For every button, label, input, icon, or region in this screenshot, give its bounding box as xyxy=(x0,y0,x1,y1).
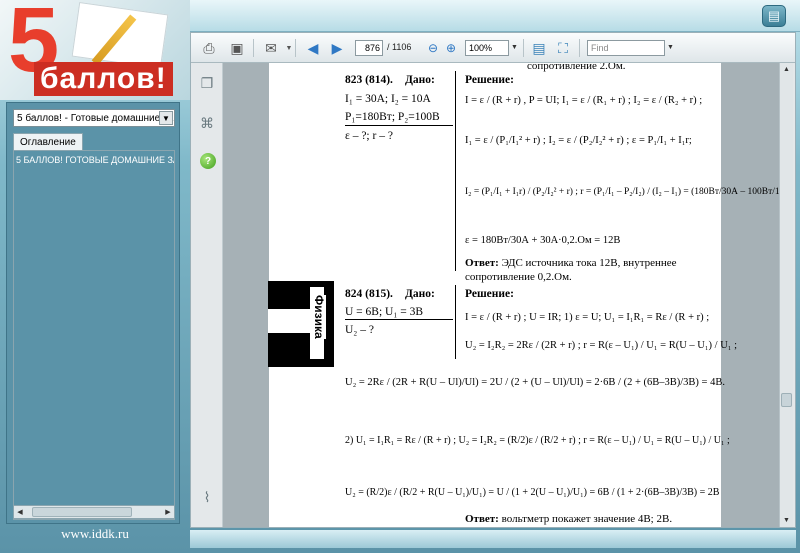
equation: U₂ = (R/2)ε / (R/2 + R(U – U₁)/U₁) = U /… xyxy=(345,487,720,498)
scroll-left-icon[interactable]: ◀ xyxy=(14,506,26,518)
problem-824-answer: Ответ: вольтметр покажет значение 4В; 2В… xyxy=(465,513,672,525)
toolbar-divider xyxy=(253,39,254,57)
cut-line: сопротивление 2.Ом. xyxy=(527,63,626,72)
find-input[interactable]: Find xyxy=(587,40,665,56)
equation: I = ε / (R + r) , P = UI; I₁ = ε / (R₁ +… xyxy=(465,95,703,106)
toc-horizontal-scrollbar[interactable]: ◀ ▶ xyxy=(13,505,175,519)
viewer-toolbar: ⎙ ▣ ✉ ▼ ◀ ▶ 876 / 1106 ⊖ ⊕ 100% ▼ ▤ ⛶ Fi… xyxy=(191,33,795,63)
problem-823-number: 823 (814). xyxy=(345,74,393,86)
equation: I₁ = ε / (P₁/I₁² + r) ; I₂ = ε / (P₂/I₂²… xyxy=(465,135,692,146)
problem-823-answer: Ответ: ЭДС источника тока 12В, внутренне… xyxy=(465,257,677,269)
logo-word: баллов! xyxy=(34,62,173,96)
chevron-down-icon[interactable]: ▼ xyxy=(511,44,518,51)
zoom-in-icon[interactable]: ⊕ xyxy=(441,38,461,58)
problem-824-solution-label: Решение: xyxy=(465,288,514,300)
answer-label: Ответ: xyxy=(465,513,499,525)
next-page-icon[interactable]: ▶ xyxy=(327,38,347,58)
answer-text: ЭДС источника тока 12В, внутреннее xyxy=(498,257,677,269)
document-area: Физика сопротивление 2.Ом. 823 (814). Да… xyxy=(223,63,793,527)
title-strip: ▤ xyxy=(190,0,800,32)
book-select[interactable]: 5 баллов! - Готовые домашние за ▼ xyxy=(13,109,175,127)
fit-page-icon[interactable]: ⛶ xyxy=(553,38,573,58)
email-icon[interactable]: ✉ xyxy=(261,38,281,58)
chevron-down-icon[interactable]: ▼ xyxy=(667,44,674,51)
equation: U₂ = 2Rε / (2R + R(U – Ul)/Ul) = 2U / (2… xyxy=(345,377,725,388)
problem-823-given: I₁ = 30A; I₂ = 10A xyxy=(345,93,431,105)
problem-823-dano: Дано: xyxy=(405,74,435,86)
app-logo: 5 баллов! xyxy=(0,0,190,100)
problem-824-dano: Дано: xyxy=(405,288,435,300)
document-vertical-scrollbar[interactable]: ▲ ▼ xyxy=(779,63,793,527)
equation: I = ε / (R + r) ; U = IR; 1) ε = U; U₁ =… xyxy=(465,312,710,323)
document-page: Физика сопротивление 2.Ом. 823 (814). Да… xyxy=(268,63,793,527)
scroll-right-icon[interactable]: ▶ xyxy=(162,506,174,518)
toolbar-divider xyxy=(523,39,524,57)
toolbar-divider xyxy=(579,39,580,57)
given-divider xyxy=(345,125,453,126)
toolbar-divider xyxy=(295,39,296,57)
status-bar xyxy=(190,530,796,548)
viewer-side-rail: ❐ ⌘ ? ⌇ ✎ xyxy=(191,63,223,543)
scroll-up-icon[interactable]: ▲ xyxy=(780,63,793,76)
save-icon[interactable]: ▣ xyxy=(227,38,247,58)
zoom-select[interactable]: 100% xyxy=(465,40,509,56)
left-panel: 5 баллов! - Готовые домашние за ▼ Оглавл… xyxy=(6,102,180,524)
fit-width-icon[interactable]: ▤ xyxy=(529,38,549,58)
help-icon[interactable]: ? xyxy=(200,153,216,169)
scroll-thumb[interactable] xyxy=(781,393,792,407)
given-separator xyxy=(455,71,456,271)
prev-page-icon[interactable]: ◀ xyxy=(303,38,323,58)
toc-list: 5 БАЛЛОВ! ГОТОВЫЕ ДОМАШНИЕ ЗАД xyxy=(13,150,175,520)
problem-823-solution-label: Решение: xyxy=(465,74,514,86)
section-tab-label: Физика xyxy=(312,295,326,339)
site-url[interactable]: www.iddk.ru xyxy=(0,526,190,548)
given-divider xyxy=(345,319,453,320)
zoom-out-icon[interactable]: ⊖ xyxy=(423,38,443,58)
section-tab: Физика xyxy=(268,281,334,367)
scroll-down-icon[interactable]: ▼ xyxy=(780,514,793,527)
equation: I₂ = (P₁/I₁ + I₁r) / (P₂/I₂² + r) ; r = … xyxy=(465,187,793,197)
page-total: / 1106 xyxy=(387,42,412,52)
problem-823-given: P₁=180Вт; P₂=100В xyxy=(345,111,440,123)
paperclip-icon[interactable]: ⌇ xyxy=(197,487,217,507)
problem-823-answer-cont: сопротивление 0,2.Ом. xyxy=(465,271,572,283)
given-separator xyxy=(455,285,456,359)
chevron-down-icon[interactable]: ▼ xyxy=(279,38,299,58)
equation: ε = 180Вт/30А + 30А·0,2.Ом = 12В xyxy=(465,235,621,246)
scroll-thumb[interactable] xyxy=(32,507,132,517)
answer-label: Ответ: xyxy=(465,257,499,269)
pages-icon[interactable]: ❐ xyxy=(197,73,217,93)
equation: U₂ = I₂R₂ = 2Rε / (2R + r) ; r = R(ε – U… xyxy=(465,340,737,351)
problem-824-given: U = 6В; U₁ = 3В xyxy=(345,306,424,318)
binoculars-icon[interactable]: ⌘ xyxy=(197,113,217,133)
equation: 2) U₁ = I₁R₁ = Rε / (R + r) ; U₂ = I₂R₂ … xyxy=(345,435,730,446)
print-icon[interactable]: ⎙ xyxy=(199,38,219,58)
section-tab-notch xyxy=(268,309,312,333)
toc-item[interactable]: 5 БАЛЛОВ! ГОТОВЫЕ ДОМАШНИЕ ЗАД xyxy=(14,151,174,169)
tab-toc[interactable]: Оглавление xyxy=(13,133,83,151)
answer-text: вольтметр покажет значение 4В; 2В. xyxy=(498,513,673,525)
chevron-down-icon[interactable]: ▼ xyxy=(159,111,173,125)
problem-824-find: U₂ – ? xyxy=(345,324,374,336)
problem-823-find: ε – ?; r – ? xyxy=(345,130,393,142)
book-menu-icon[interactable]: ▤ xyxy=(762,5,786,27)
pdf-viewer: ⎙ ▣ ✉ ▼ ◀ ▶ 876 / 1106 ⊖ ⊕ 100% ▼ ▤ ⛶ Fi… xyxy=(190,32,796,543)
problem-824-number: 824 (815). xyxy=(345,288,393,300)
page-number-input[interactable]: 876 xyxy=(355,40,383,56)
book-select-value: 5 баллов! - Готовые домашние за xyxy=(17,112,174,124)
